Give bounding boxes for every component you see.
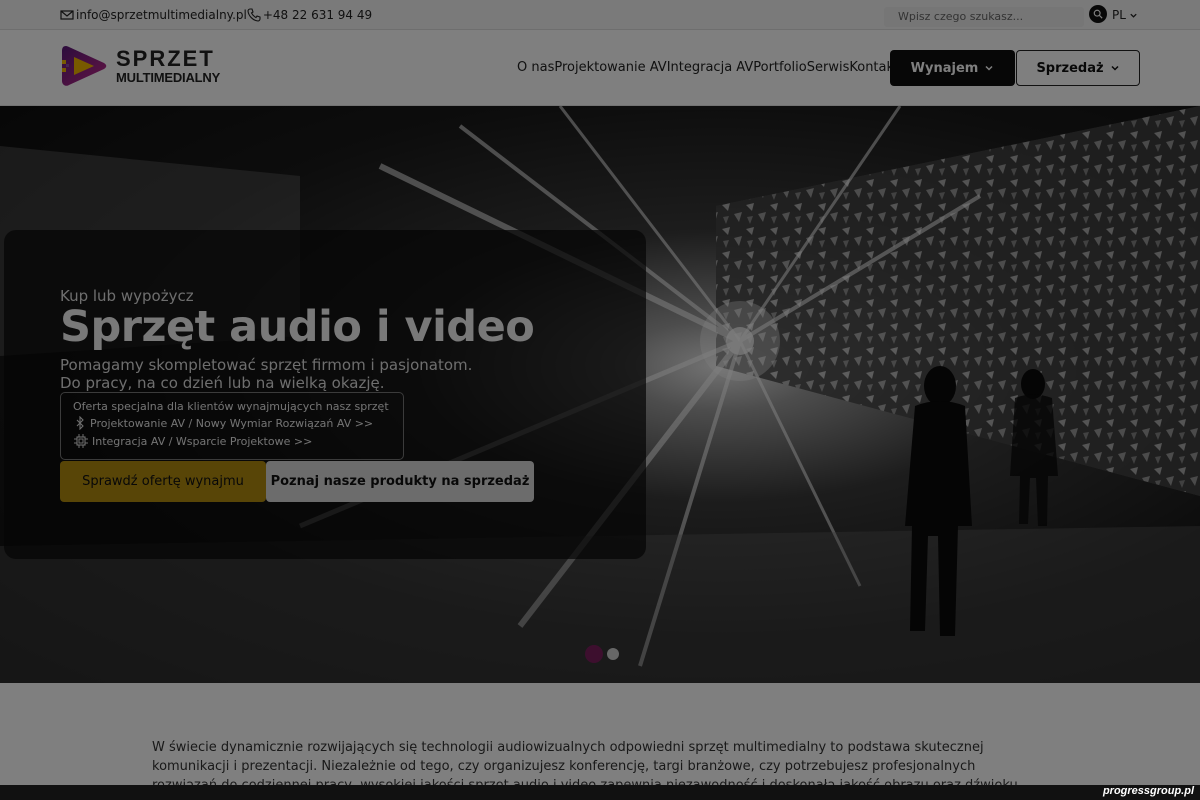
logo-play-icon xyxy=(62,46,107,86)
slider-pagination xyxy=(585,645,619,663)
rent-dropdown-button[interactable]: Wynajem xyxy=(890,50,1015,86)
offer-link-integracja[interactable]: Integracja AV / Wsparcie Projektowe >> xyxy=(73,433,391,449)
search xyxy=(884,5,1107,27)
phone-icon xyxy=(247,8,261,22)
rental-offer-button[interactable]: Sprawdź ofertę wynajmu xyxy=(60,461,266,502)
nav-item-portfolio[interactable]: Portfolio xyxy=(753,60,806,75)
sale-button-label: Sprzedaż xyxy=(1036,60,1104,76)
sale-dropdown-button[interactable]: Sprzedaż xyxy=(1016,50,1140,86)
language-label: PL xyxy=(1112,8,1126,22)
phone-link[interactable]: +48 22 631 94 49 xyxy=(247,8,372,22)
bluetooth-icon xyxy=(76,416,84,430)
contact-info: info@sprzetmultimedialny.pl +48 22 631 9… xyxy=(60,8,372,22)
offer-title: Oferta specjalna dla klientów wynajmując… xyxy=(73,400,389,413)
chip-icon xyxy=(74,434,88,448)
hero-subtitle: Pomagamy skompletować sprzęt firmom i pa… xyxy=(60,356,530,392)
top-bar: info@sprzetmultimedialny.pl +48 22 631 9… xyxy=(0,0,1200,30)
email-link[interactable]: info@sprzetmultimedialny.pl xyxy=(60,8,247,22)
slider-dot-2[interactable] xyxy=(607,648,619,660)
hero-card: Kup lub wypożycz Sprzęt audio i video Po… xyxy=(4,230,646,559)
mail-icon xyxy=(60,10,74,20)
chevron-down-icon xyxy=(985,65,993,71)
search-button[interactable] xyxy=(1089,5,1107,23)
hero-subtitle-line1: Pomagamy skompletować sprzęt firmom i pa… xyxy=(60,356,473,374)
email-text: info@sprzetmultimedialny.pl xyxy=(76,8,247,22)
offer-link-label: Integracja AV / Wsparcie Projektowe >> xyxy=(92,434,313,448)
nav-item-serwis[interactable]: Serwis xyxy=(807,60,850,75)
search-input[interactable] xyxy=(884,6,1084,27)
sale-products-button[interactable]: Poznaj nasze produkty na sprzedaż xyxy=(266,461,534,502)
rent-button-label: Wynajem xyxy=(910,60,979,76)
hero-title: Sprzęt audio i video xyxy=(60,302,535,352)
offer-link-projektowanie[interactable]: Projektowanie AV / Nowy Wymiar Rozwiązań… xyxy=(73,416,391,430)
main-nav: O nas Projektowanie AV Integracja AV Por… xyxy=(517,60,899,75)
hero-slider: Kup lub wypożycz Sprzęt audio i video Po… xyxy=(0,106,1200,683)
watermark-label: progressgroup.pl xyxy=(1102,785,1194,797)
hero-subtitle-line2: Do pracy, na co dzień lub na wielką okaz… xyxy=(60,374,385,392)
chevron-down-icon xyxy=(1111,65,1119,71)
search-icon xyxy=(1093,9,1103,19)
main-header: SPRZET MULTIMEDIALNY O nas Projektowanie… xyxy=(0,30,1200,106)
slider-dot-1[interactable] xyxy=(585,645,603,663)
logo[interactable]: SPRZET MULTIMEDIALNY xyxy=(60,42,220,90)
offer-link-label: Projektowanie AV / Nowy Wymiar Rozwiązań… xyxy=(90,416,374,430)
nav-item-integracja-av[interactable]: Integracja AV xyxy=(667,60,754,75)
special-offer-box: Oferta specjalna dla klientów wynajmując… xyxy=(60,392,404,460)
phone-text: +48 22 631 94 49 xyxy=(262,8,373,22)
logo-line2: MULTIMEDIALNY xyxy=(116,70,221,85)
watermark-strip: progressgroup.pl xyxy=(0,785,1200,800)
nav-item-projektowanie-av[interactable]: Projektowanie AV xyxy=(554,60,666,75)
logo-text: SPRZET MULTIMEDIALNY xyxy=(116,46,221,85)
language-switcher[interactable]: PL xyxy=(1112,8,1138,22)
logo-line1: SPRZET xyxy=(116,46,215,71)
nav-item-o-nas[interactable]: O nas xyxy=(517,60,554,75)
chevron-down-icon xyxy=(1130,13,1137,18)
